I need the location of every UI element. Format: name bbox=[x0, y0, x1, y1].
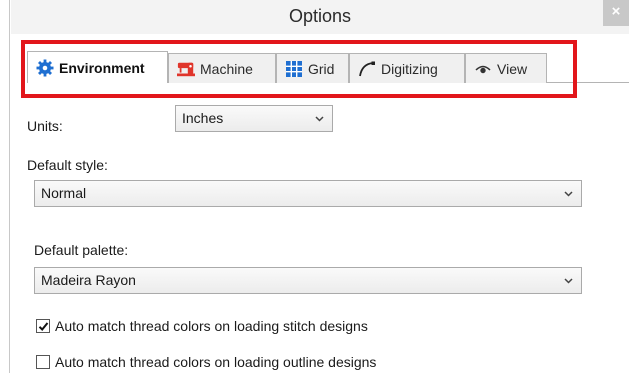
auto-match-outline-checkbox[interactable] bbox=[36, 355, 50, 369]
default-palette-select[interactable]: Madeira Rayon bbox=[34, 267, 582, 294]
units-label: Units: bbox=[27, 118, 63, 134]
auto-match-outline-row[interactable]: Auto match thread colors on loading outl… bbox=[36, 354, 376, 370]
default-style-value: Normal bbox=[41, 185, 87, 201]
units-select[interactable]: Inches bbox=[175, 105, 333, 132]
gear-icon bbox=[36, 59, 54, 77]
chevron-down-icon bbox=[564, 278, 573, 284]
checkmark-icon bbox=[38, 321, 48, 331]
chevron-down-icon bbox=[315, 116, 324, 122]
tab-environment[interactable]: Environment bbox=[27, 51, 168, 83]
auto-match-stitch-row[interactable]: Auto match thread colors on loading stit… bbox=[36, 318, 368, 334]
default-style-label: Default style: bbox=[27, 157, 108, 173]
title-bar: Options × bbox=[11, 0, 629, 34]
tab-environment-label: Environment bbox=[59, 59, 145, 76]
default-palette-label: Default palette: bbox=[34, 242, 129, 258]
auto-match-stitch-checkbox[interactable] bbox=[36, 319, 50, 333]
units-select-value: Inches bbox=[182, 110, 224, 126]
close-button[interactable]: × bbox=[603, 0, 629, 26]
window-left-edge bbox=[0, 0, 10, 373]
window-title: Options bbox=[288, 6, 352, 26]
chevron-down-icon bbox=[564, 191, 573, 197]
auto-match-outline-label: Auto match thread colors on loading outl… bbox=[55, 354, 377, 370]
auto-match-stitch-label: Auto match thread colors on loading stit… bbox=[55, 318, 368, 334]
default-style-select[interactable]: Normal bbox=[34, 180, 582, 207]
default-palette-value: Madeira Rayon bbox=[41, 272, 136, 288]
